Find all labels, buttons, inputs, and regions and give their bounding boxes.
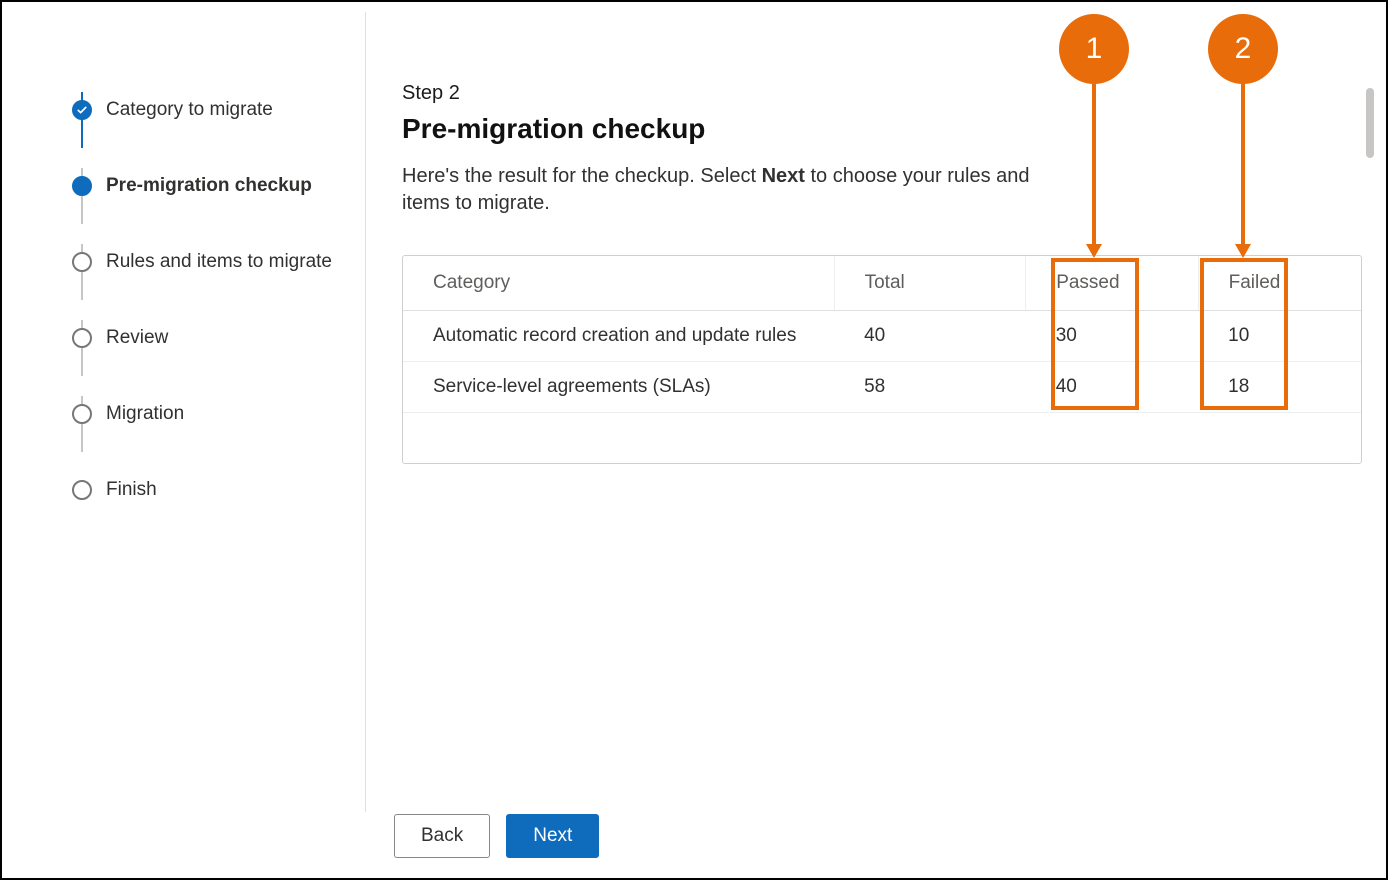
main-content: Step 2 Pre-migration checkup Here's the … — [402, 82, 1366, 464]
button-label: Back — [421, 825, 463, 847]
cell-passed: 30 — [1026, 311, 1198, 362]
step-migration[interactable]: Migration — [72, 376, 362, 452]
desc-text: Here's the result for the checkup. Selec… — [402, 165, 762, 187]
step-rules-and-items[interactable]: Rules and items to migrate — [72, 224, 362, 300]
step-label: Migration — [106, 403, 184, 425]
sidebar-divider — [365, 12, 366, 812]
checkmark-icon — [72, 100, 92, 120]
app-frame: Category to migrate Pre-migration checku… — [0, 0, 1388, 880]
wizard-steps-sidebar: Category to migrate Pre-migration checku… — [72, 72, 362, 528]
back-button[interactable]: Back — [394, 814, 490, 858]
step-upcoming-icon — [72, 252, 92, 272]
desc-bold: Next — [762, 165, 805, 187]
step-label: Rules and items to migrate — [106, 251, 332, 273]
checkup-results-table: Category Total Passed Failed Automatic r… — [403, 256, 1361, 413]
step-current-icon — [72, 176, 92, 196]
col-header-passed[interactable]: Passed — [1026, 256, 1198, 311]
page-description: Here's the result for the checkup. Selec… — [402, 163, 1042, 217]
callout-number: 1 — [1086, 32, 1103, 66]
step-category-to-migrate[interactable]: Category to migrate — [72, 72, 362, 148]
button-label: Next — [533, 825, 572, 847]
vertical-scrollbar[interactable] — [1366, 88, 1374, 158]
step-finish[interactable]: Finish — [72, 452, 362, 528]
annotation-callout-2: 2 — [1208, 14, 1278, 84]
wizard-footer: Back Next — [394, 814, 599, 858]
callout-number: 2 — [1235, 32, 1252, 66]
step-number: Step 2 — [402, 82, 1366, 105]
cell-total: 40 — [834, 311, 1026, 362]
step-pre-migration-checkup[interactable]: Pre-migration checkup — [72, 148, 362, 224]
cell-category: Service-level agreements (SLAs) — [403, 362, 834, 413]
cell-failed: 18 — [1198, 362, 1361, 413]
annotation-callout-1: 1 — [1059, 14, 1129, 84]
table-row[interactable]: Service-level agreements (SLAs) 58 40 18 — [403, 362, 1361, 413]
step-review[interactable]: Review — [72, 300, 362, 376]
step-label: Review — [106, 327, 168, 349]
table-row[interactable]: Automatic record creation and update rul… — [403, 311, 1361, 362]
cell-total: 58 — [834, 362, 1026, 413]
table-header-row: Category Total Passed Failed — [403, 256, 1361, 311]
col-header-total[interactable]: Total — [834, 256, 1026, 311]
cell-category: Automatic record creation and update rul… — [403, 311, 834, 362]
step-label: Pre-migration checkup — [106, 175, 312, 197]
next-button[interactable]: Next — [506, 814, 599, 858]
cell-passed: 40 — [1026, 362, 1198, 413]
col-header-failed[interactable]: Failed — [1198, 256, 1361, 311]
checkup-results-panel: Category Total Passed Failed Automatic r… — [402, 255, 1362, 464]
step-label: Finish — [106, 479, 157, 501]
step-upcoming-icon — [72, 480, 92, 500]
col-header-category[interactable]: Category — [403, 256, 834, 311]
cell-failed: 10 — [1198, 311, 1361, 362]
page-title: Pre-migration checkup — [402, 113, 1366, 145]
step-upcoming-icon — [72, 328, 92, 348]
step-label: Category to migrate — [106, 99, 273, 121]
step-upcoming-icon — [72, 404, 92, 424]
